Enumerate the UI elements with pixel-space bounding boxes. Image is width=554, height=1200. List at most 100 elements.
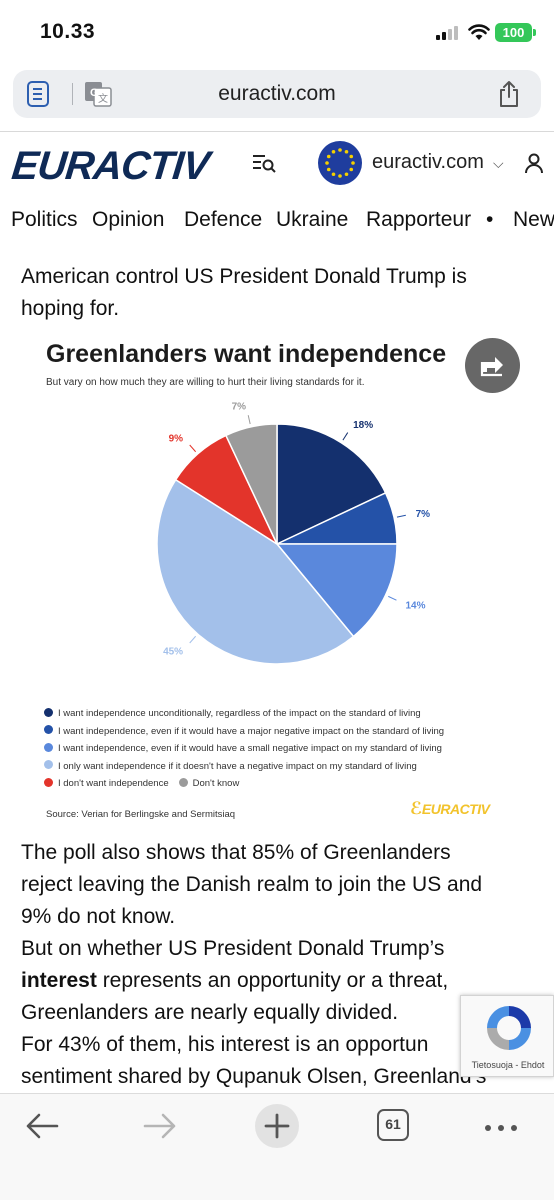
forward-arrow-icon[interactable] (143, 1112, 177, 1140)
pie-leader-line (388, 595, 397, 601)
eu-star (349, 154, 354, 159)
eu-star (351, 161, 355, 165)
article-line-with-link: interest represents an opportunity or a … (21, 965, 541, 997)
plus-icon (264, 1113, 290, 1139)
share-arrow-icon (480, 357, 503, 377)
pie-data-label: 18% (353, 420, 373, 431)
article-lead: American control US President Donald Tru… (21, 261, 541, 325)
legend-item: I only want independence if it doesn't h… (44, 760, 417, 772)
pie-data-label: 45% (163, 647, 183, 658)
legend-item: I want independence, even if it would ha… (44, 742, 442, 754)
pie-leader-line (247, 415, 251, 425)
article-line: But on whether US President Donald Trump… (21, 937, 445, 960)
legend-row: I want independence unconditionally, reg… (44, 707, 454, 726)
legend-swatch (44, 777, 53, 787)
recaptcha-icon (487, 1006, 531, 1050)
wifi-icon (468, 24, 490, 40)
legend-swatch (44, 742, 53, 752)
share-button[interactable] (465, 338, 520, 393)
chart-subtitle: But vary on how much they are willing to… (46, 377, 365, 388)
site-logo[interactable]: EURACTIV (10, 144, 211, 189)
pie-data-label: 7% (232, 401, 247, 412)
nav-item-defence[interactable]: Defence (184, 208, 262, 232)
more-menu-icon[interactable] (484, 1124, 518, 1132)
pie-leader-line (396, 514, 406, 518)
eu-star (325, 161, 329, 165)
interest-link[interactable]: interest (21, 969, 97, 992)
nav-bullet: • (486, 208, 494, 231)
battery-indicator: 100 (495, 23, 532, 42)
legend-item: Don't know (178, 777, 240, 789)
chart-title: Greenlanders want independence (46, 340, 447, 368)
chart-legend: I want independence unconditionally, reg… (44, 707, 454, 796)
article-line: hoping for. (21, 297, 120, 320)
chart-brand-text: EURACTIV (421, 801, 490, 817)
eu-star (338, 148, 342, 152)
pie-data-label: 14% (405, 600, 425, 611)
cellular-signal-icon (436, 26, 462, 40)
article-line: The poll also shows that 85% of Greenlan… (21, 841, 451, 864)
user-icon[interactable] (524, 152, 544, 174)
section-nav: Politics Opinion Defence Ukraine Rapport… (0, 208, 554, 240)
pie-data-label: 9% (169, 433, 184, 444)
battery-nub (533, 29, 536, 36)
legend-label: I don't want independence (58, 778, 169, 789)
eu-star (344, 172, 349, 177)
edition-selector[interactable]: euractiv.com (372, 151, 484, 174)
eu-star (331, 149, 336, 154)
nav-item-ukraine[interactable]: Ukraine (276, 208, 348, 232)
share-icon[interactable] (497, 80, 521, 108)
chart-brand-logo: ℰEURACTIV (410, 799, 490, 818)
tab-count-button[interactable]: 61 (377, 1109, 409, 1141)
legend-swatch (178, 777, 188, 787)
pie-data-label: 7% (416, 509, 431, 520)
status-bar: 10.33 100 (0, 0, 554, 62)
legend-row: I want independence, even if it would ha… (44, 725, 454, 744)
address-bar[interactable]: G 文 euractiv.com (13, 70, 541, 118)
legend-swatch (44, 760, 53, 770)
new-tab-button[interactable] (255, 1104, 299, 1148)
eu-star (326, 154, 331, 159)
article-line-rest: represents an opportunity or a threat, (96, 969, 449, 992)
pie-leader-line (189, 635, 197, 644)
recaptcha-links[interactable]: Tietosuoja - Ehdot (461, 1060, 554, 1070)
browser-toolbar: 61 (0, 1093, 554, 1200)
legend-row: I want independence, even if it would ha… (44, 742, 454, 761)
eu-star (349, 167, 354, 172)
legend-label: I only want independence if it doesn't h… (58, 760, 417, 772)
pie-leader-line (342, 432, 349, 441)
legend-label: I want independence unconditionally, reg… (58, 708, 421, 719)
pie-chart: 18% 7% 14% 45% 9% 7% (156, 401, 431, 665)
search-menu-icon[interactable] (252, 152, 276, 174)
legend-row: I only want independence if it doesn't h… (44, 760, 454, 779)
eu-flag-icon[interactable] (318, 141, 362, 185)
legend-label: I want independence, even if it would ha… (58, 725, 445, 737)
recaptcha-badge[interactable]: Tietosuoja - Ehdot (460, 995, 554, 1077)
article-line: American control US President Donald Tru… (21, 265, 467, 288)
legend-item: I want independence, even if it would ha… (44, 725, 445, 737)
eu-star (338, 174, 342, 178)
legend-swatch (44, 725, 53, 735)
nav-item-rapporteur[interactable]: Rapporteur (366, 208, 471, 232)
chevron-down-icon[interactable]: ⌵ (493, 155, 504, 172)
legend-label: Don't know (192, 778, 240, 789)
header-divider (0, 131, 554, 132)
eu-star (331, 172, 336, 177)
nav-item-opinion[interactable]: Opinion (92, 208, 164, 232)
legend-swatch (44, 707, 53, 717)
url-text[interactable]: euractiv.com (13, 82, 541, 106)
article-line: reject leaving the Danish realm to join … (21, 873, 483, 896)
pie-leader-line (189, 444, 197, 453)
legend-row: I don't want independence Don't know (44, 777, 454, 796)
legend-item: I don't want independence (44, 777, 169, 789)
nav-item-news[interactable]: New (513, 208, 554, 232)
back-arrow-icon[interactable] (25, 1112, 59, 1140)
legend-label: I want independence, even if it would ha… (58, 743, 442, 754)
nav-item-politics[interactable]: Politics (11, 208, 78, 232)
eu-star (326, 167, 331, 172)
eu-star (344, 149, 349, 154)
legend-item: I want independence unconditionally, reg… (44, 707, 421, 719)
chart-source: Source: Verian for Berlingske and Sermit… (46, 809, 236, 820)
status-time: 10.33 (40, 20, 96, 43)
article-line: 9% do not know. (21, 905, 176, 928)
